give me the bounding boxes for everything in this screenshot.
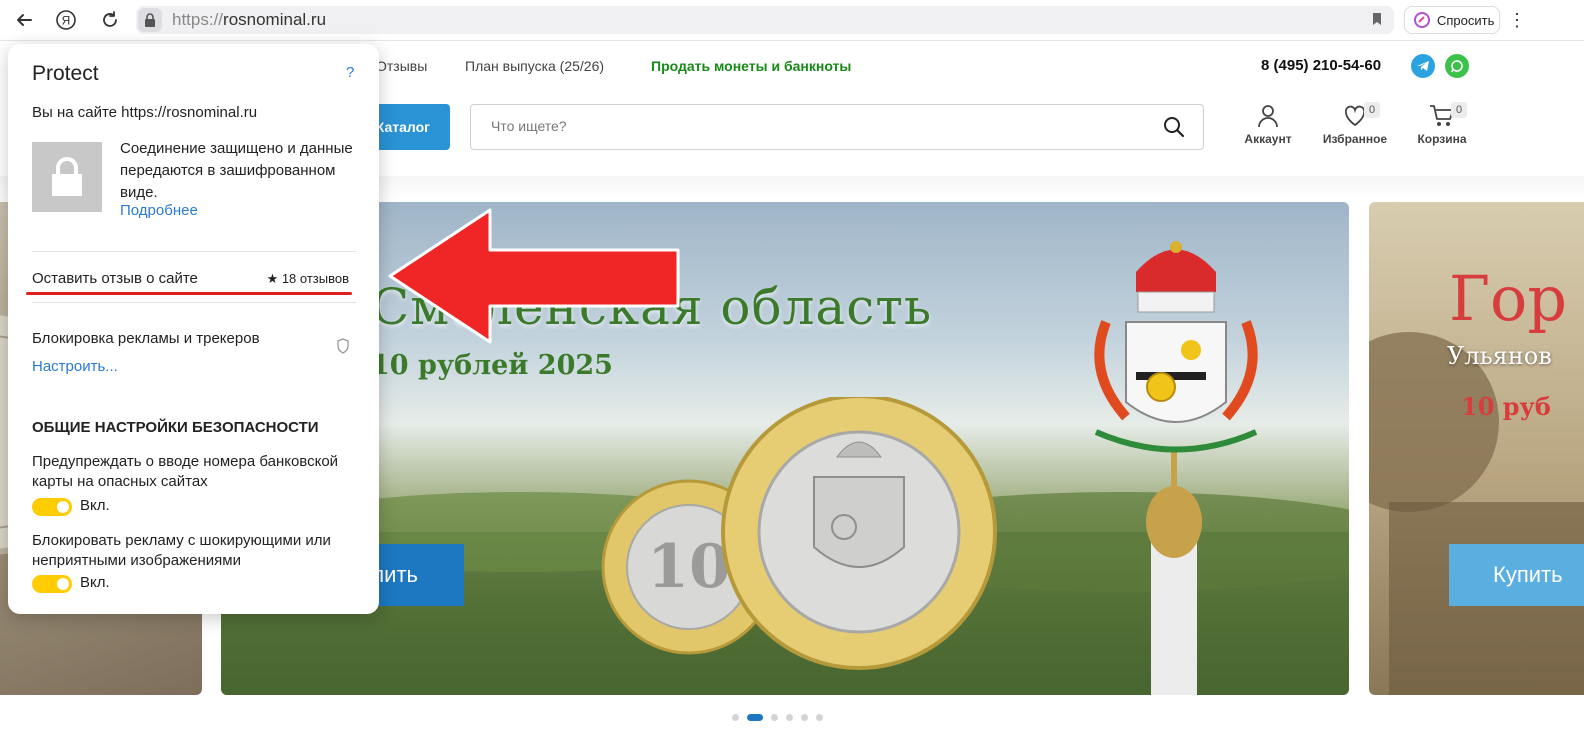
shield-icon <box>337 338 349 354</box>
slider-dot-active[interactable] <box>747 714 763 721</box>
sell-coins-link[interactable]: Продать монеты и банкноты <box>651 58 851 74</box>
connection-secure-text: Соединение защищено и данные передаются … <box>120 140 353 201</box>
url-protocol: https:// <box>172 10 224 29</box>
current-site-text: Вы на сайте https://rosnominal.ru <box>32 104 258 121</box>
back-icon[interactable] <box>10 6 38 34</box>
alice-icon <box>1414 12 1430 28</box>
slider-dot[interactable] <box>732 714 739 721</box>
slider-dot[interactable] <box>801 714 808 721</box>
lock-icon <box>32 142 102 212</box>
slider-dot[interactable] <box>816 714 823 721</box>
whatsapp-icon[interactable] <box>1445 54 1469 78</box>
phone-number[interactable]: 8 (495) 210-54-60 <box>1261 57 1381 74</box>
reviews-count[interactable]: ★ 18 отзывов <box>267 271 349 287</box>
account-icon <box>1258 105 1278 128</box>
shocking-ads-option: Блокировать рекламу с шокирующими или не… <box>32 532 331 569</box>
slide-next-title: Гор <box>1449 262 1568 335</box>
address-bar[interactable]: https://rosnominal.ru <box>136 6 1394 34</box>
security-settings-heading: ОБЩИЕ НАСТРОЙКИ БЕЗОПАСНОСТИ <box>32 419 319 436</box>
cart-count-badge: 0 <box>1451 102 1467 118</box>
lock-icon[interactable] <box>138 8 162 32</box>
slide-next-price: 10 руб <box>1461 392 1551 421</box>
red-underline-annotation <box>26 292 352 295</box>
favorites-button[interactable]: Избранное 0 <box>1320 102 1390 146</box>
protect-popup: Protect ? Вы на сайте https://rosnominal… <box>8 44 379 614</box>
slider-pagination <box>732 714 823 721</box>
browser-toolbar: Я https://rosnominal.ru Спросить ⋮ <box>0 0 1584 41</box>
search-icon[interactable] <box>1163 116 1185 138</box>
favorites-count-badge: 0 <box>1364 102 1380 118</box>
adblock-label: Блокировка рекламы и трекеров <box>32 330 260 347</box>
account-button[interactable]: Аккаунт <box>1233 104 1303 146</box>
nav-reviews[interactable]: Отзывы <box>376 58 427 74</box>
ask-label: Спросить <box>1437 12 1495 28</box>
cart-label: Корзина <box>1417 132 1467 146</box>
yandex-glyph: Я <box>62 14 71 28</box>
slide-next-buy-label: Купить <box>1493 562 1563 587</box>
divider <box>32 302 356 303</box>
url-text[interactable]: https://rosnominal.ru <box>172 10 326 30</box>
slide-next-subtitle: Ульянов <box>1447 342 1552 370</box>
catalog-label: Каталог <box>375 119 430 135</box>
more-info-link[interactable]: Подробнее <box>120 202 198 219</box>
hero-subtitle: 10 рублей 2025 <box>371 350 613 381</box>
cart-button[interactable]: Корзина 0 <box>1407 102 1477 146</box>
shocking-ads-state: Вкл. <box>80 574 110 591</box>
account-label: Аккаунт <box>1244 132 1292 146</box>
slider-dot[interactable] <box>771 714 778 721</box>
popup-title: Protect <box>32 62 99 85</box>
divider <box>32 251 356 252</box>
search-input[interactable] <box>489 117 1133 135</box>
help-link[interactable]: ? <box>346 64 354 81</box>
leave-review-link[interactable]: Оставить отзыв о сайте <box>32 270 198 287</box>
reload-icon[interactable] <box>96 6 124 34</box>
url-host: rosnominal.ru <box>223 10 327 29</box>
yandex-icon[interactable]: Я <box>52 6 80 34</box>
red-arrow-icon <box>388 208 680 344</box>
bookmark-icon[interactable] <box>1372 12 1382 26</box>
configure-link[interactable]: Настроить... <box>32 358 118 375</box>
telegram-icon[interactable] <box>1411 54 1435 78</box>
bank-card-warning-state: Вкл. <box>80 497 110 514</box>
nav-release-plan[interactable]: План выпуска (25/26) <box>465 58 604 74</box>
slide-next[interactable]: Гор Ульянов 10 руб Купить <box>1369 202 1584 695</box>
ask-alice-button[interactable]: Спросить <box>1404 6 1500 34</box>
favorites-label: Избранное <box>1322 132 1388 146</box>
coin-pair-image: 10 <box>601 397 997 670</box>
coat-of-arms-icon <box>1094 241 1258 453</box>
bank-card-warning-toggle[interactable] <box>32 498 72 516</box>
shocking-ads-toggle[interactable] <box>32 575 72 593</box>
slider-dot[interactable] <box>786 714 793 721</box>
svg-text:10: 10 <box>647 532 731 602</box>
search-box <box>470 104 1204 150</box>
bank-card-warning-option: Предупреждать о вводе номера банковской … <box>32 453 339 490</box>
slide-next-buy-button[interactable]: Купить <box>1449 544 1584 606</box>
kebab-icon[interactable]: ⋮ <box>1506 6 1528 34</box>
